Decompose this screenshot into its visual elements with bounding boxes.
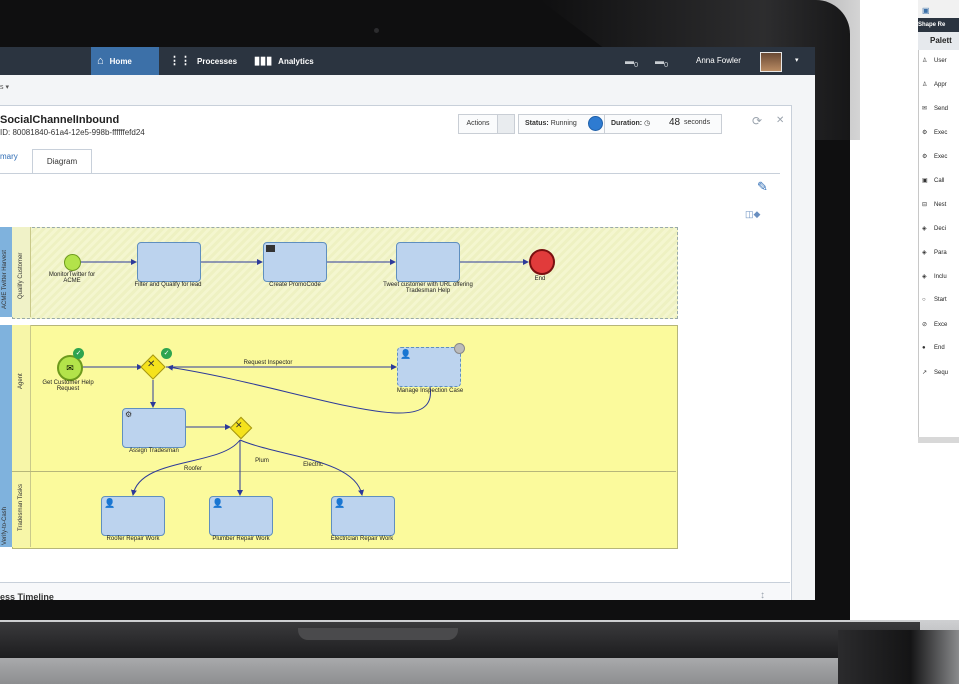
app-screen: ⌂ Home ⋮⋮ Processes ▮▮▮ Analytics ▬0 ▬0 Ann…: [0, 47, 815, 600]
node-label: Roofer Repair Work: [106, 536, 160, 542]
node-label: Manage Inspection Case: [396, 388, 464, 394]
camera: [374, 28, 379, 33]
mail-icon: ✉: [922, 106, 928, 112]
node-label: Filter and Qualify for lead: [134, 282, 202, 288]
start-event[interactable]: [64, 254, 81, 271]
approval-icon: ♙: [922, 82, 928, 88]
call-activity-icon: ▣: [922, 178, 928, 184]
palette-item-label: Deci: [934, 226, 947, 232]
palette-header-label: Shape Re: [918, 22, 946, 28]
gear-icon: ⚙: [922, 130, 928, 136]
task-filter[interactable]: [137, 242, 201, 282]
palette-item-label: Nest: [934, 202, 947, 208]
nested-icon: ⊟: [922, 202, 928, 208]
flow-label: Request Inspector: [243, 360, 293, 366]
sequence-flow-icon: ↗: [922, 370, 928, 376]
palette-item-label: Start: [934, 297, 947, 303]
node-label: Plumber Repair Work: [212, 536, 270, 542]
palette-header: Shape Re: [918, 18, 959, 32]
x-icon: ✕: [147, 359, 156, 370]
task-tweet[interactable]: [396, 242, 460, 282]
start-event-icon: ○: [922, 297, 926, 303]
script-icon: [266, 245, 275, 252]
laptop-notch: [298, 628, 458, 640]
flow-label: Plum: [255, 458, 269, 464]
flow-label: Roofer: [183, 466, 202, 472]
palette-item-exception[interactable]: ⊘ Exce: [922, 321, 947, 328]
palette-item-label: Exec: [934, 154, 948, 160]
palette-item-end[interactable]: ● End: [922, 345, 945, 351]
palette-item-exec[interactable]: ⚙ Exec: [922, 153, 947, 160]
palette-item-nested[interactable]: ⊟ Nest: [922, 201, 946, 208]
palette-window-edge: [918, 437, 959, 443]
palette-title-label: Palett: [930, 36, 952, 45]
end-event[interactable]: [529, 249, 555, 275]
palette-item-sequence[interactable]: ↗ Sequ: [922, 369, 948, 376]
inclusive-gateway-icon: ◈: [922, 274, 927, 280]
node-label: Tweet customer with URL offering Tradesm…: [383, 282, 473, 294]
palette-item-label: End: [934, 345, 945, 351]
flow-label: Electric: [303, 462, 323, 468]
gear-icon: ⚙: [125, 410, 133, 419]
palette-title: Palett: [918, 32, 959, 50]
save-icon[interactable]: ▣: [922, 6, 930, 15]
palette-item-call[interactable]: ▣ Call: [922, 177, 944, 184]
palette-item-label: Para: [934, 250, 947, 256]
user-icon: ♙: [922, 58, 928, 64]
exception-icon: ⊘: [922, 322, 928, 328]
palette-item-label: User: [934, 58, 947, 64]
timeline-title[interactable]: ess Timeline: [0, 592, 54, 600]
palette-item-start[interactable]: ○ Start: [922, 297, 947, 303]
node-label: Create PromoCode: [269, 282, 321, 288]
timeline-panel: [0, 582, 790, 600]
user-icon: 👤: [104, 498, 116, 508]
palette-item-label: Send: [934, 106, 949, 112]
x-icon: ✕: [235, 420, 243, 430]
status-dot-icon: [454, 343, 465, 354]
palette-item-send[interactable]: ✉ Send: [922, 105, 948, 112]
palette-item-label: Appr: [934, 82, 947, 88]
palette-item-label: Inclu: [934, 274, 947, 280]
end-event-icon: ●: [922, 345, 926, 351]
expand-icon[interactable]: ↕: [760, 590, 765, 600]
gear-icon: ⚙: [922, 154, 928, 160]
palette-item-inclusive[interactable]: ◈ Inclu: [922, 273, 947, 280]
palette-item-label: Sequ: [934, 370, 949, 376]
palette-toolbar: ▣: [918, 0, 959, 18]
laptop-edge: [838, 630, 959, 684]
user-icon: 👤: [212, 498, 224, 508]
palette-item-decision[interactable]: ◈ Deci: [922, 225, 946, 232]
palette-item-user[interactable]: ♙ User: [922, 57, 947, 64]
check-icon: ✓: [161, 348, 172, 359]
check-icon: ✓: [73, 348, 84, 359]
node-label: MonitorTwitter for ACME: [48, 272, 96, 284]
mail-icon: ✉: [66, 363, 74, 373]
user-icon: 👤: [400, 349, 412, 359]
palette-item-label: Call: [934, 178, 945, 184]
palette-item-parallel[interactable]: ◈ Para: [922, 249, 947, 256]
user-icon: 👤: [334, 498, 346, 508]
decision-gateway-icon: ◈: [922, 226, 927, 232]
palette-item-label: Exce: [934, 322, 948, 328]
parallel-gateway-icon: ◈: [922, 250, 927, 256]
node-label: Assign Tradesman: [129, 448, 179, 454]
node-label: Get Customer Help Request: [42, 380, 94, 392]
node-label: Electrician Repair Work: [330, 536, 394, 542]
laptop-hinge: [0, 622, 920, 658]
node-label: End: [534, 276, 546, 282]
palette-item-exec[interactable]: ⚙ Exec: [922, 129, 947, 136]
palette-item-approval[interactable]: ♙ Appr: [922, 81, 947, 88]
palette-item-label: Exec: [934, 130, 948, 136]
